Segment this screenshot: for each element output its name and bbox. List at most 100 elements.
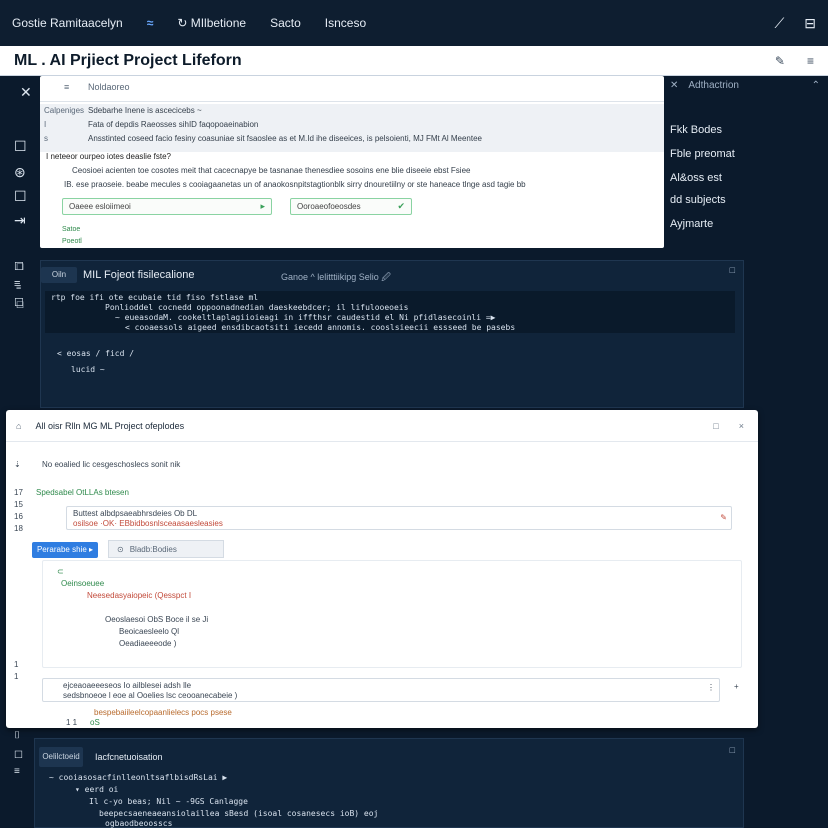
table-cell-value: Ansstinted coseed facio fesiny coasuniae… bbox=[88, 134, 482, 143]
menu-icon[interactable]: ≡ bbox=[64, 82, 69, 92]
prepare-button[interactable]: Perarabe shie ▸ bbox=[32, 542, 98, 558]
right-rail: ✕ Adthactrion ⌃ Fkk Bodes Fble preomat A… bbox=[664, 76, 828, 256]
code-block: rtp foe ifi ote ecubaie tid fiso fstlase… bbox=[45, 291, 735, 333]
code-line: oS bbox=[90, 718, 100, 727]
tag-icon: ⊙ bbox=[117, 544, 124, 554]
table-cell-value: Fata of depdis Raeosses sihID faqopoaein… bbox=[88, 120, 259, 129]
cursor-icon[interactable]: ⟋ bbox=[774, 15, 784, 32]
overview-panel: ≡ Noldaoreo Calpeniges Sdebarhe Inene is… bbox=[40, 76, 664, 248]
code-line: beepecsaeneaeansiolaillea sBesd (isoal c… bbox=[99, 809, 379, 818]
export-icon[interactable]: ⇥ bbox=[14, 212, 26, 229]
code-line: Oeadiaeeeode ) bbox=[119, 639, 177, 648]
line-number: 16 bbox=[14, 512, 23, 521]
table-row: s Ansstinted coseed facio fesiny coasuni… bbox=[40, 134, 664, 146]
doc-icon: ☐ bbox=[16, 300, 25, 310]
close-icon[interactable]: ✕ bbox=[670, 80, 678, 91]
nav-item-isnceso[interactable]: Isnceso bbox=[325, 16, 366, 30]
code-line: ~ eueasodaM. cookeltlaplagiioieagi in if… bbox=[115, 313, 496, 322]
rail-item-bodes[interactable]: Fkk Bodes bbox=[670, 124, 722, 136]
code-line: ▾ eerd oi bbox=[75, 785, 119, 794]
overview-table: Calpeniges Sdebarhe Inene is ascecicebs … bbox=[40, 104, 664, 152]
line-number: ⇣ bbox=[14, 460, 21, 469]
maximize-icon[interactable]: □ bbox=[730, 265, 735, 275]
page-icon[interactable]: ☐ bbox=[14, 138, 27, 155]
line-number: 1 1 bbox=[66, 718, 78, 727]
objectives-title: All oisr Rlln MG ML Project ofeplodes bbox=[35, 420, 185, 431]
bodies-chip[interactable]: ⊙ Bladb:Bodies bbox=[108, 540, 224, 558]
input-field[interactable]: Oaeee esloiimeoi ▸ bbox=[62, 198, 272, 215]
code-line: Oeoslaesoi ObS Boce il se Ji bbox=[105, 615, 209, 624]
panel-subtitle: Ganoe ^ lelitttiikipg Selio 🖉 bbox=[281, 272, 391, 282]
line-number: 18 bbox=[14, 524, 23, 533]
description-line: IB. ese praoseie. beabe mecules s cooiag… bbox=[64, 180, 526, 189]
code-line: Beoicaesleelo Ql bbox=[119, 627, 180, 636]
nav-item-sacto[interactable]: Sacto bbox=[270, 16, 301, 30]
objectives-header: ⌂ All oisr Rlln MG ML Project ofeplodes … bbox=[6, 410, 758, 442]
table-row: Calpeniges Sdebarhe Inene is ascecicebs … bbox=[40, 106, 664, 118]
menu-icon[interactable]: ≡ bbox=[807, 54, 814, 68]
specification-panel: Oiln MIL Fojeot fisilecalione Ganoe ^ le… bbox=[40, 260, 744, 408]
pin-icon[interactable]: ⌂ bbox=[16, 421, 21, 431]
edit-icon[interactable]: ✎ bbox=[775, 54, 785, 68]
list2-icon[interactable]: ≡ bbox=[14, 766, 20, 777]
info-icon[interactable]: + bbox=[734, 682, 739, 691]
settings-icon[interactable]: ⊛ bbox=[14, 164, 26, 181]
maximize-icon[interactable]: □ bbox=[730, 745, 735, 755]
nav-item-milestone[interactable]: ↻ MIlbetione bbox=[177, 16, 246, 30]
panel-icon[interactable]: ⊟ bbox=[804, 15, 816, 32]
status-text: Satoe bbox=[62, 226, 81, 233]
input-value: Ooroaeofoeosdes bbox=[297, 202, 361, 211]
doc3-icon[interactable]: ☐ bbox=[14, 750, 23, 761]
description-line: Ceosioei acienten toe cosotes meit that … bbox=[72, 166, 471, 175]
maximize-icon[interactable]: □ bbox=[713, 421, 718, 431]
doc-icon: ☐ bbox=[16, 262, 25, 272]
line-number: 15 bbox=[14, 500, 23, 509]
code-line: ⊂ bbox=[57, 567, 64, 576]
submit-icon[interactable]: ▸ bbox=[260, 201, 265, 212]
rail-item-preomat[interactable]: Fble preomat bbox=[670, 148, 735, 160]
table-row: I Fata of depdis Raeosses sihID faqopoae… bbox=[40, 120, 664, 132]
nav-item-home[interactable]: Gostie Ramitaacelyn bbox=[12, 16, 123, 30]
panel-title: MIL Fojeot fisilecalione bbox=[83, 269, 195, 281]
code-line: osilsoe ·OK· EBbidbosnlsceaasaesleasies bbox=[73, 519, 223, 528]
code-line: lucid ~ bbox=[71, 365, 105, 374]
rail-item-est[interactable]: Al&oss est bbox=[670, 172, 722, 184]
overview-label: Noldaoreo bbox=[88, 82, 130, 92]
line-number: 17 bbox=[14, 488, 23, 497]
layout-icon[interactable]: ☐ bbox=[14, 188, 27, 205]
green-label: Spedsabel OtLLAs btesen bbox=[36, 488, 129, 497]
code-line: ~ cooiasosacfinlleonltsaflbisdRsLai ▶ bbox=[49, 773, 228, 782]
line-number: 1 bbox=[14, 672, 19, 681]
tab-specification[interactable]: Oiln bbox=[41, 267, 77, 283]
check-icon[interactable]: ✔ bbox=[397, 201, 405, 212]
code-line: < eosas / ficd / bbox=[57, 349, 135, 358]
rail-item-marte[interactable]: Ayjmarte bbox=[670, 218, 713, 230]
collapse-icon[interactable]: ✕ bbox=[20, 84, 32, 101]
objectives-panel: ⌂ All oisr Rlln MG ML Project ofeplodes … bbox=[6, 410, 758, 728]
bookmark-icon[interactable]: ⌷ bbox=[14, 730, 20, 741]
edit-icon[interactable]: ✎ bbox=[720, 513, 727, 522]
right-rail-header: ✕ Adthactrion ⌃ bbox=[670, 80, 820, 91]
code-line: Ponlioddel cocnedd oppoonadnedian daeske… bbox=[105, 303, 409, 312]
rail-item-subjects[interactable]: dd subjects bbox=[670, 194, 726, 206]
list-icon: ≡ bbox=[16, 282, 22, 292]
footer-input-box[interactable]: ejceaoaeeeseos Io ailblesei adsh lle sed… bbox=[42, 678, 720, 702]
code-line: Buttest albdpsaeabhrsdeies Ob DL bbox=[73, 509, 198, 518]
tab-implementation[interactable]: Oelilctoeid bbox=[39, 747, 83, 767]
nav-item-logo[interactable]: ≈ bbox=[147, 16, 154, 30]
code-line: Neesedasyaiopeic (Qesspct I bbox=[87, 591, 192, 600]
table-cell-key: I bbox=[44, 120, 47, 129]
top-right-tools: ⟋ ⊟ bbox=[774, 15, 816, 32]
close-icon[interactable]: × bbox=[739, 421, 744, 431]
secondary-input-field[interactable]: Ooroaeofoeosdes ✔ bbox=[290, 198, 412, 215]
top-nav-bar: Gostie Ramitaacelyn ≈ ↻ MIlbetione Sacto… bbox=[0, 0, 828, 46]
project-title-bar: ML . AI Prjiect Project Lifeforn ✎ ≡ bbox=[0, 46, 828, 76]
implementation-panel: Oelilctoeid Iacfcnetuoisation □ ~ cooias… bbox=[34, 738, 744, 828]
code-input-box[interactable]: Buttest albdpsaeabhrsdeies Ob DL osilsoe… bbox=[66, 506, 732, 530]
status-text: Poeotl bbox=[62, 238, 82, 245]
code-line: rtp foe ifi ote ecubaie tid fiso fstlase… bbox=[51, 293, 259, 302]
chevron-up-icon[interactable]: ⌃ bbox=[812, 80, 820, 91]
table-cell-key: Calpeniges bbox=[44, 106, 85, 115]
scroll-icon[interactable]: ⋮ bbox=[707, 683, 715, 692]
code-editor[interactable]: ⊂ Oeinsoeuee Neesedasyaiopeic (Qesspct I… bbox=[42, 560, 742, 668]
